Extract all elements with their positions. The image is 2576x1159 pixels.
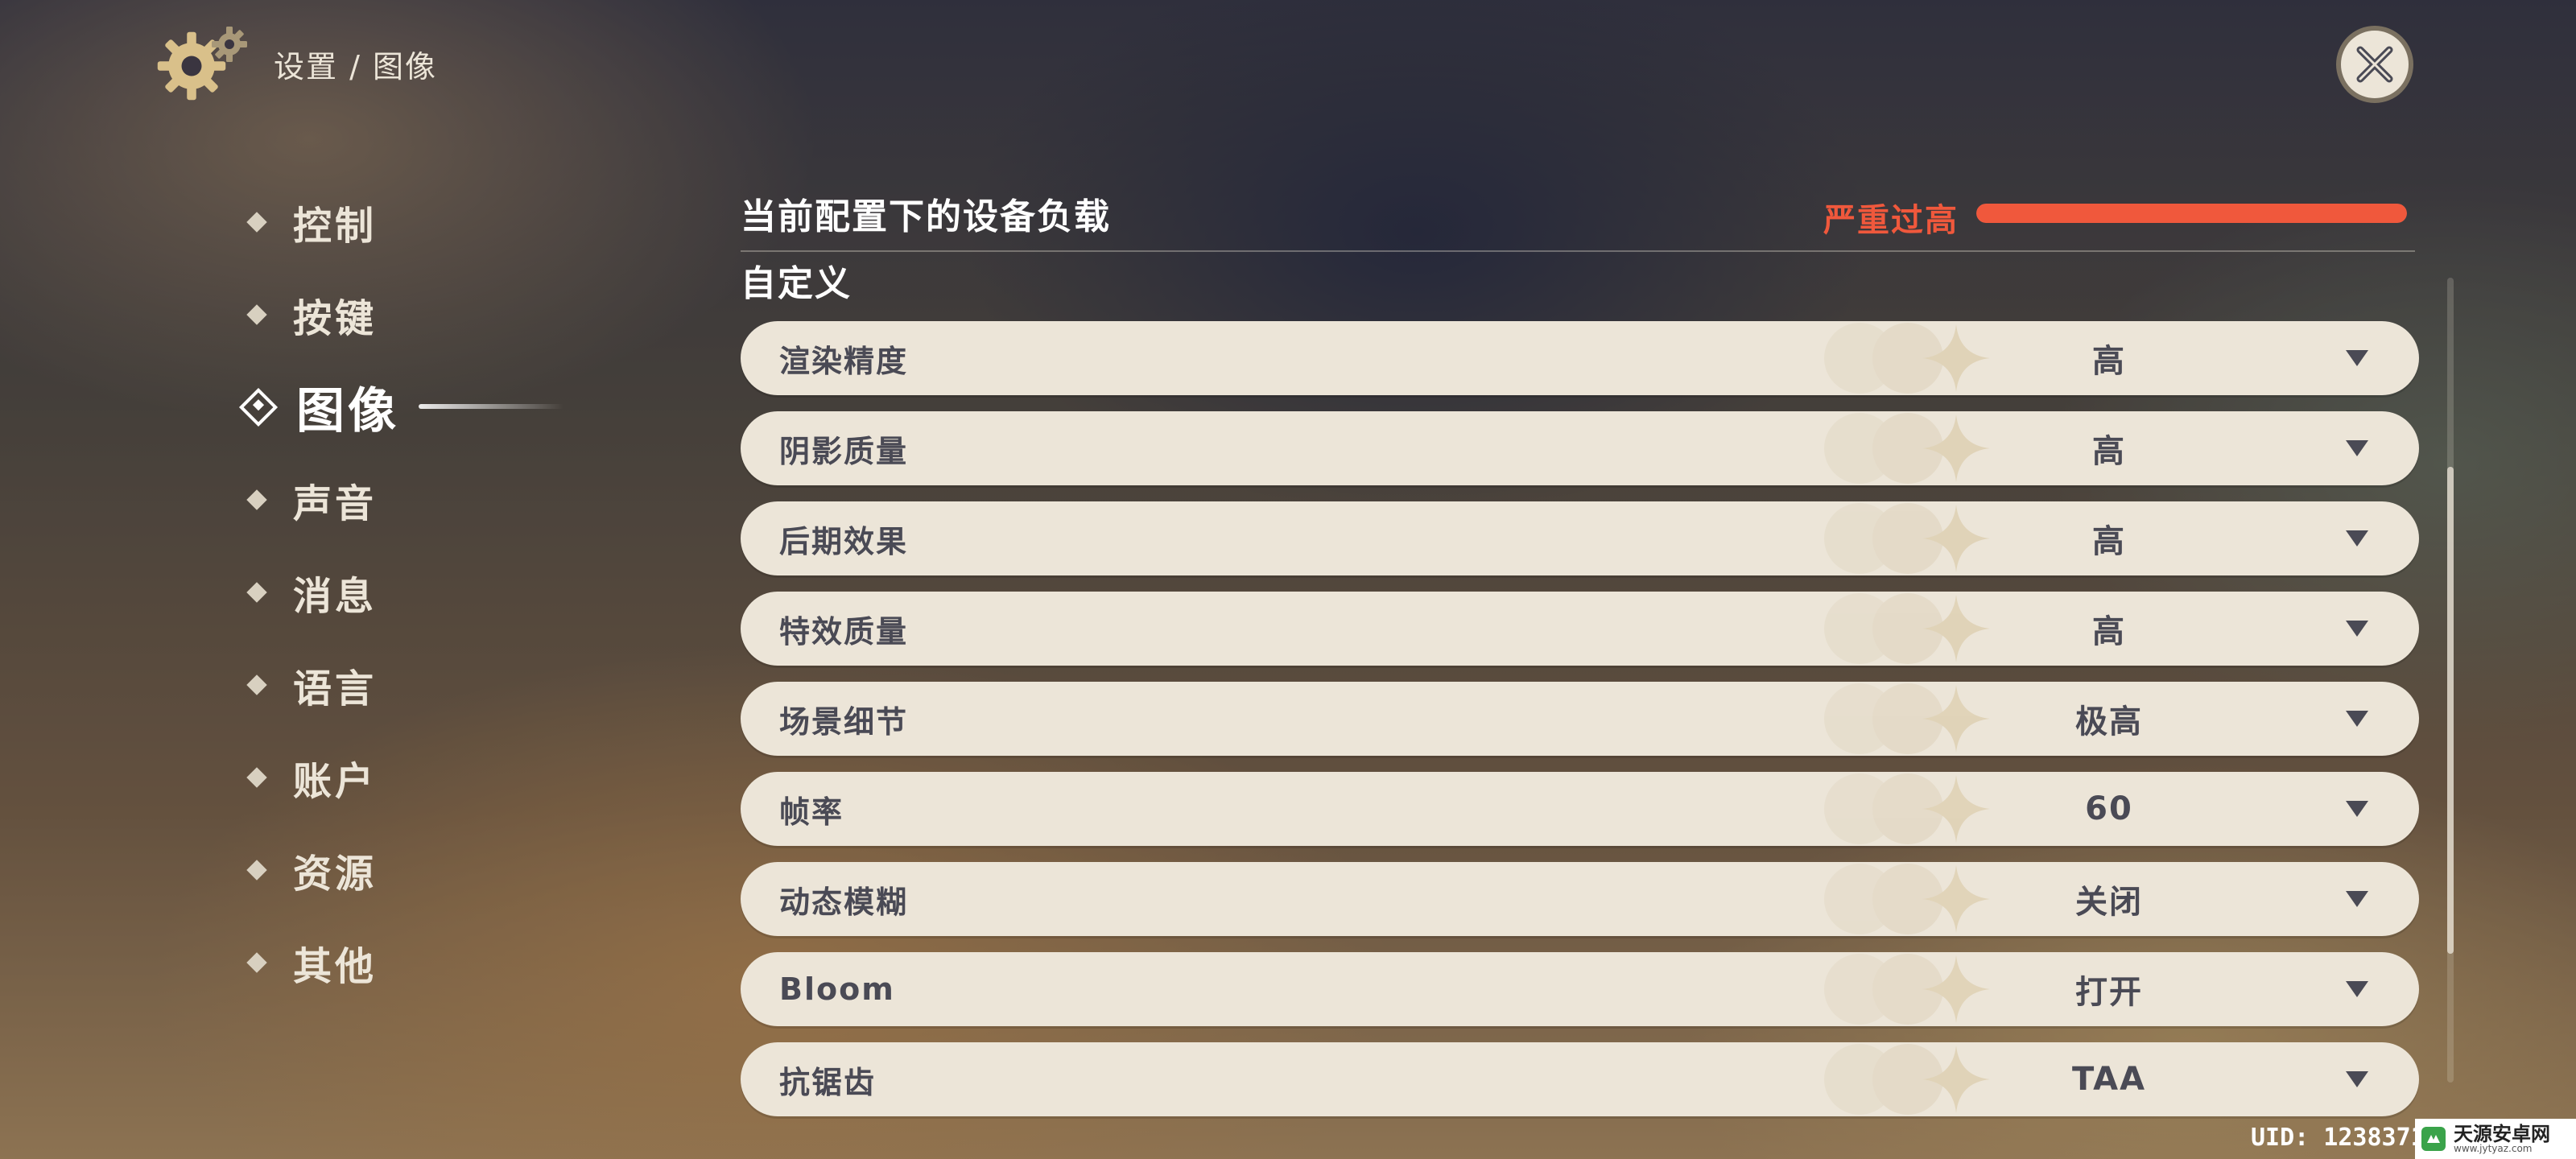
setting-value[interactable]: 打开	[1964, 966, 2254, 1013]
sidebar-item-label: 控制	[293, 203, 378, 249]
watermark-logo-icon	[2421, 1127, 2446, 1151]
gear-icon	[153, 27, 250, 101]
close-button[interactable]	[2336, 26, 2413, 103]
sidebar-item-graphics[interactable]: 图像	[238, 361, 564, 453]
diamond-icon	[246, 303, 267, 325]
close-icon	[2356, 46, 2393, 83]
sidebar-item-label: 图像	[296, 383, 399, 439]
sidebar-item-label: 资源	[293, 851, 378, 897]
setting-row[interactable]: 渲染精度 高	[741, 321, 2419, 395]
setting-row[interactable]: 动态模糊 关闭	[741, 862, 2419, 936]
setting-value[interactable]: 高	[1964, 515, 2254, 562]
dropdown-arrow-icon[interactable]	[2343, 526, 2372, 551]
sidebar-item-account[interactable]: 账户	[246, 731, 399, 823]
dropdown-arrow-icon[interactable]	[2343, 345, 2372, 371]
dropdown-arrow-icon[interactable]	[2343, 616, 2372, 641]
setting-label: Bloom	[779, 971, 895, 1007]
device-load-row: 当前配置下的设备负载 严重过高	[741, 181, 2419, 245]
setting-value[interactable]: 高	[1964, 335, 2254, 382]
setting-row[interactable]: 后期效果 高	[741, 501, 2419, 575]
diamond-icon	[246, 489, 267, 510]
setting-row[interactable]: Bloom 打开	[741, 952, 2419, 1026]
graphics-settings-panel: 当前配置下的设备负载 严重过高 自定义 渲染精度高阴影质量高后期效果高特效质量高…	[741, 181, 2419, 1132]
section-title: 自定义	[741, 263, 852, 304]
scrollbar-thumb[interactable]	[2447, 467, 2454, 954]
setting-label: 抗锯齿	[779, 1064, 877, 1100]
sidebar-item-other[interactable]: 其他	[246, 916, 399, 1008]
sidebar-item-audio[interactable]: 声音	[246, 453, 399, 546]
dropdown-arrow-icon[interactable]	[2343, 976, 2372, 1002]
setting-label: 场景细节	[779, 703, 909, 740]
dropdown-arrow-icon[interactable]	[2343, 706, 2372, 732]
watermark: 天源安卓网 www.jytyaz.com	[2415, 1119, 2576, 1159]
dropdown-arrow-icon[interactable]	[2343, 435, 2372, 461]
setting-label: 帧率	[779, 794, 844, 830]
setting-label: 动态模糊	[779, 884, 909, 920]
setting-label: 阴影质量	[779, 433, 909, 469]
setting-row[interactable]: 特效质量 高	[741, 592, 2419, 666]
dropdown-arrow-icon[interactable]	[2343, 1066, 2372, 1092]
breadcrumb: 设置 / 图像	[274, 48, 437, 85]
sidebar-item-keybindings[interactable]: 按键	[246, 268, 399, 361]
device-load-bar-fill	[1976, 204, 2407, 223]
setting-value[interactable]: TAA	[1964, 1061, 2254, 1098]
setting-label: 渲染精度	[779, 343, 909, 379]
setting-value[interactable]: 高	[1964, 605, 2254, 652]
sidebar-item-label: 声音	[293, 481, 378, 526]
setting-value[interactable]: 高	[1964, 425, 2254, 472]
setting-row[interactable]: 抗锯齿 TAA	[741, 1042, 2419, 1116]
settings-list: 渲染精度高阴影质量高后期效果高特效质量高场景细节 极高 帧率 60 动态模糊 关闭 Bloo…	[741, 321, 2419, 1116]
active-glow	[419, 404, 564, 409]
sidebar-item-label: 语言	[293, 666, 378, 711]
sidebar-item-label: 账户	[293, 758, 378, 804]
diamond-icon	[246, 859, 267, 881]
diamond-icon	[246, 581, 267, 603]
dropdown-arrow-icon[interactable]	[2343, 886, 2372, 912]
sidebar-item-language[interactable]: 语言	[246, 638, 399, 731]
diamond-icon	[246, 951, 267, 973]
scrollbar[interactable]	[2447, 278, 2454, 1083]
dropdown-arrow-icon[interactable]	[2343, 796, 2372, 822]
diamond-icon	[246, 211, 267, 233]
sidebar-item-messages[interactable]: 消息	[246, 546, 399, 638]
setting-value[interactable]: 60	[1964, 790, 2254, 827]
setting-row[interactable]: 帧率 60	[741, 772, 2419, 846]
header: 设置 / 图像	[153, 27, 437, 101]
sidebar-item-label: 按键	[293, 295, 378, 341]
sidebar-item-label: 其他	[293, 943, 378, 989]
diamond-icon	[246, 766, 267, 788]
diamond-icon	[246, 674, 267, 695]
watermark-text: 天源安卓网	[2454, 1123, 2550, 1145]
setting-value[interactable]: 关闭	[1964, 876, 2254, 922]
sidebar: 控制 按键 图像 声音 消息 语言 账户 资源 其他	[238, 175, 564, 1008]
setting-label: 后期效果	[779, 523, 909, 559]
device-load-bar	[1976, 204, 2407, 223]
sidebar-item-label: 消息	[293, 573, 378, 619]
device-load-title: 当前配置下的设备负载	[741, 196, 1111, 237]
sidebar-item-controls[interactable]: 控制	[246, 175, 399, 268]
setting-label: 特效质量	[779, 613, 909, 650]
device-load-status: 严重过高	[1823, 202, 1959, 239]
setting-value[interactable]: 极高	[1964, 695, 2254, 742]
sidebar-item-resources[interactable]: 资源	[246, 823, 399, 916]
setting-row[interactable]: 阴影质量 高	[741, 411, 2419, 485]
setting-row[interactable]: 场景细节 极高	[741, 682, 2419, 756]
